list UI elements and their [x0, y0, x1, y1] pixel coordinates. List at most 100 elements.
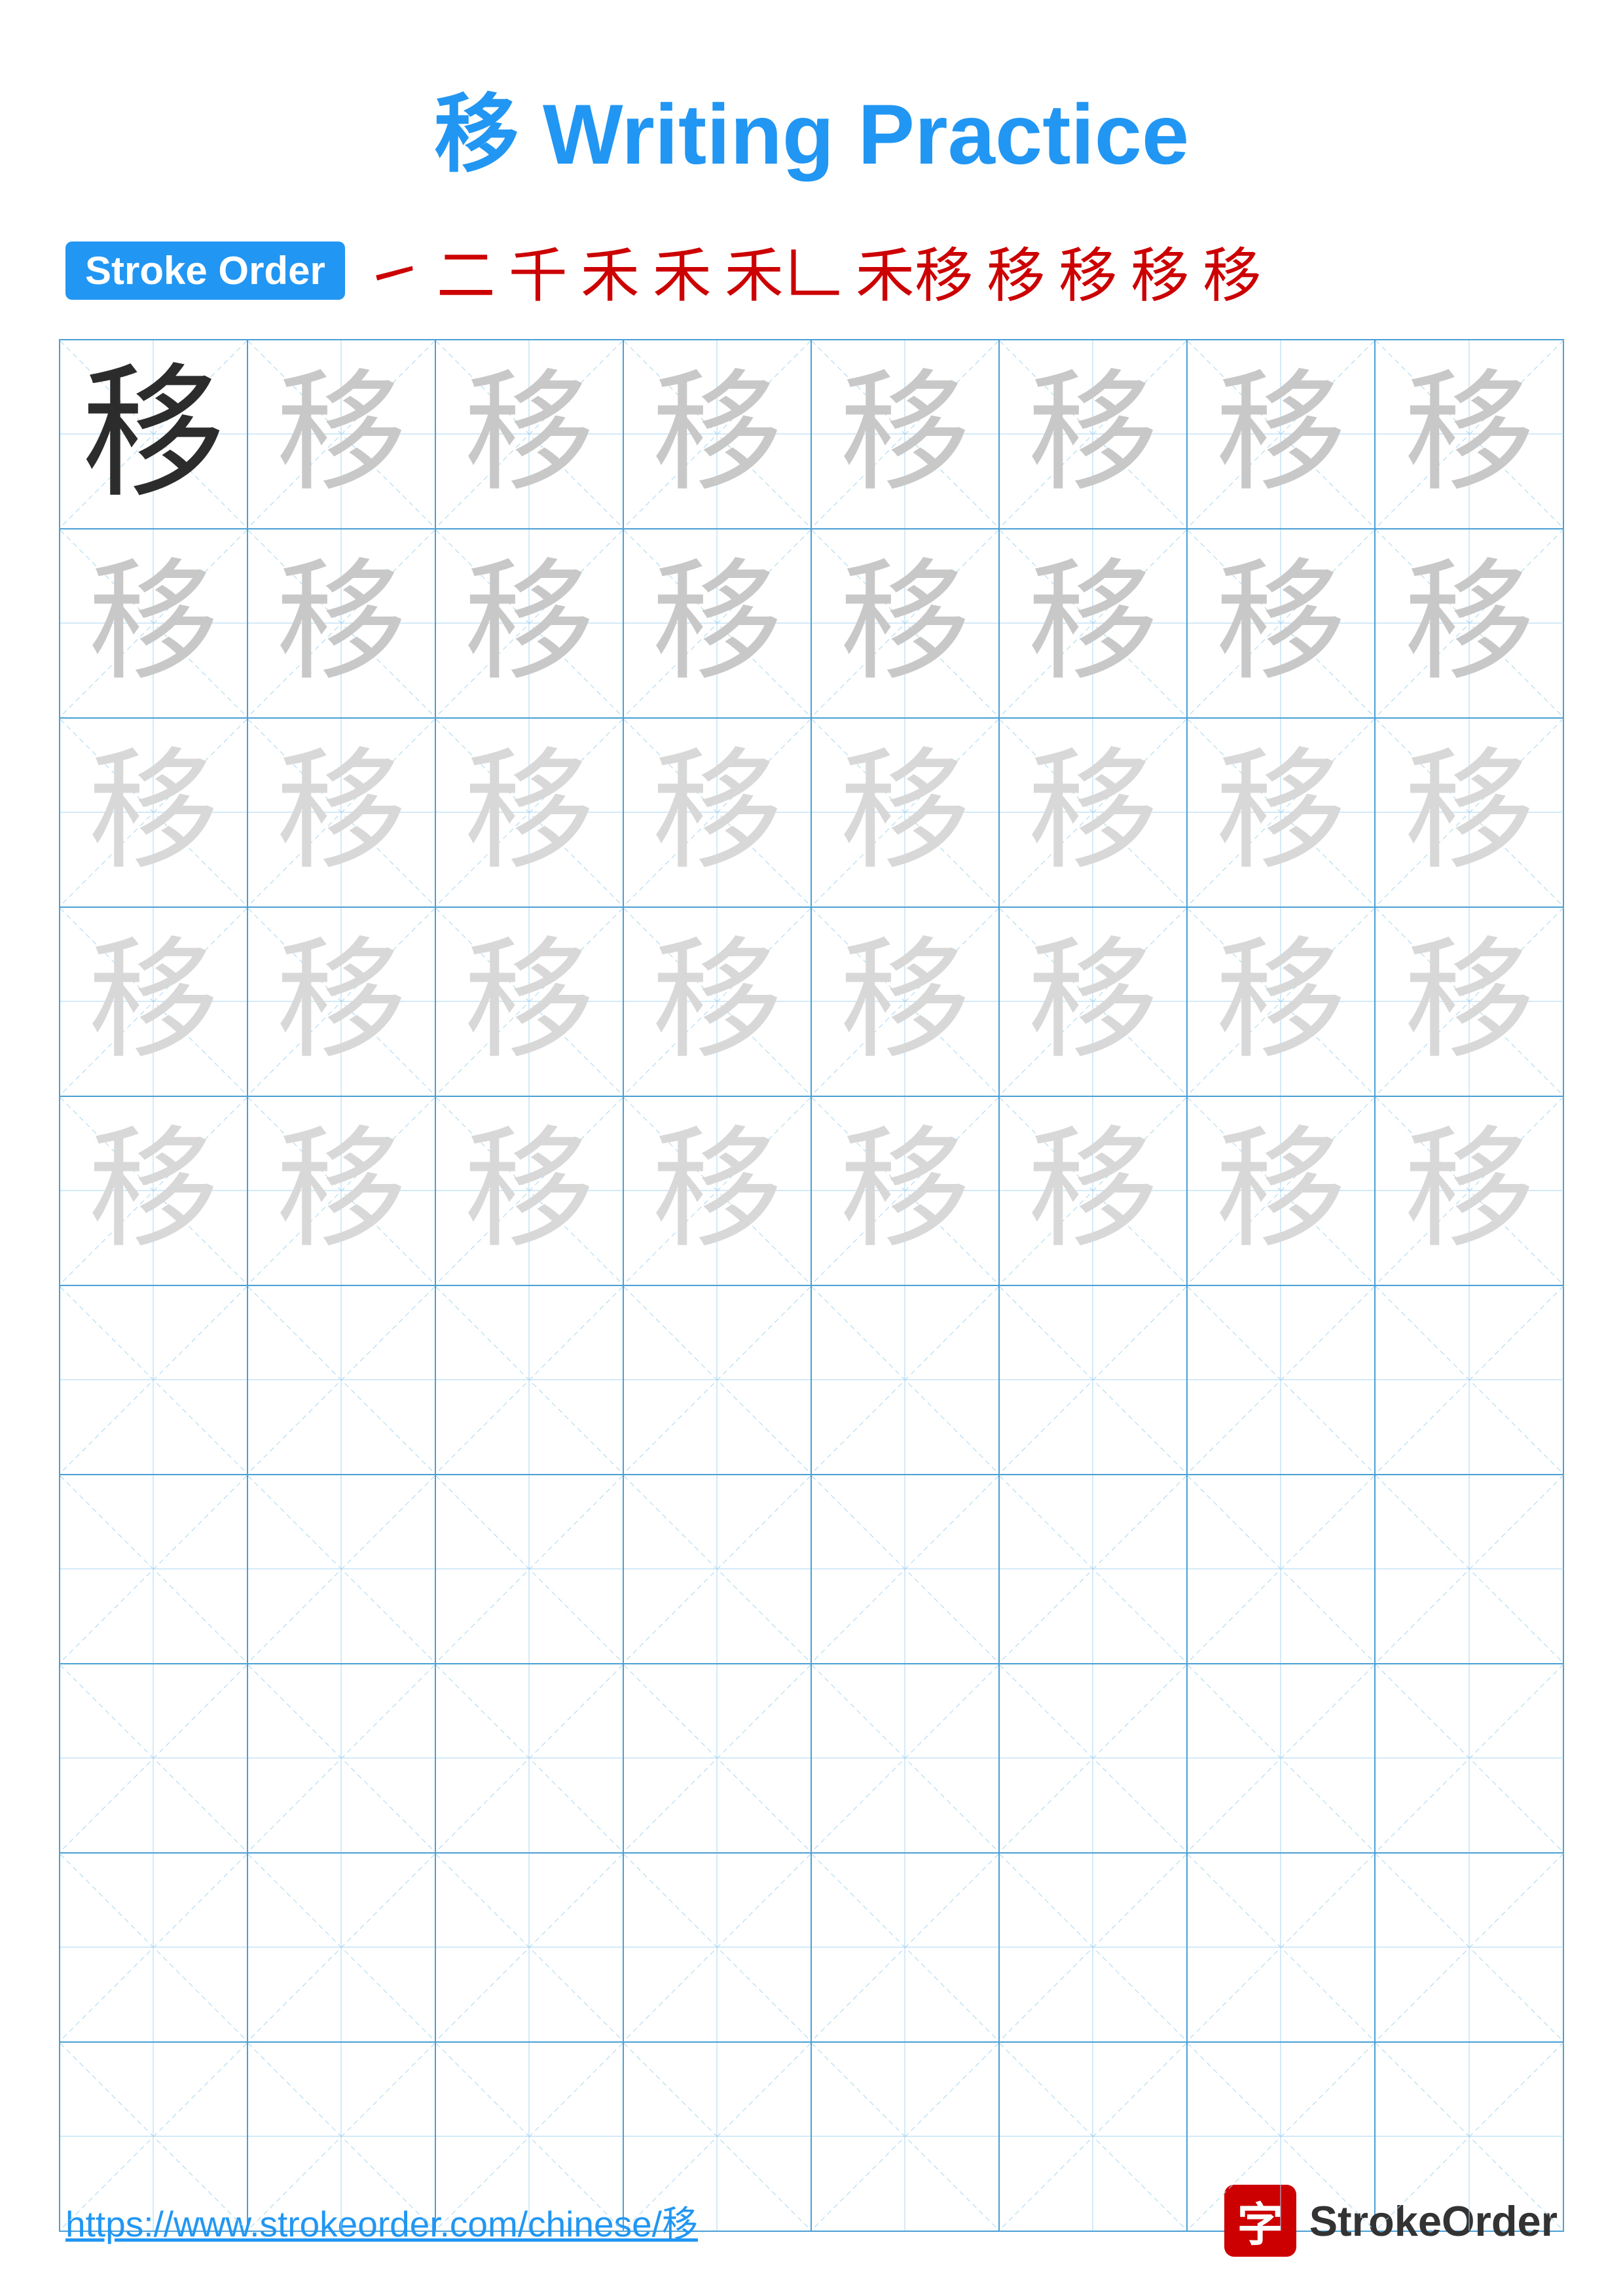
grid-cell-6-6[interactable]	[1000, 1286, 1188, 1474]
grid-cell-8-5[interactable]	[812, 1664, 1000, 1852]
grid-cell-6-4[interactable]	[624, 1286, 812, 1474]
stroke-order-badge: Stroke Order	[65, 242, 345, 300]
grid-cell-5-6[interactable]: 移	[1000, 1097, 1188, 1285]
grid-cell-2-3[interactable]: 移	[436, 529, 624, 717]
grid-cell-9-2[interactable]	[248, 1854, 436, 2041]
grid-cell-4-1[interactable]: 移	[60, 908, 248, 1096]
grid-cell-6-7[interactable]	[1188, 1286, 1376, 1474]
practice-char: 移	[1027, 558, 1158, 689]
grid-cell-4-7[interactable]: 移	[1188, 908, 1376, 1096]
grid-cell-5-2[interactable]: 移	[248, 1097, 436, 1285]
practice-char: 移	[1027, 1126, 1158, 1257]
grid-cell-7-1[interactable]	[60, 1475, 248, 1663]
practice-char: 移	[276, 937, 407, 1067]
stroke-10: 移	[1131, 228, 1190, 313]
grid-cell-3-5[interactable]: 移	[812, 719, 1000, 906]
grid-cell-9-1[interactable]	[60, 1854, 248, 2041]
grid-cell-1-8[interactable]: 移	[1376, 340, 1563, 528]
grid-cell-5-7[interactable]: 移	[1188, 1097, 1376, 1285]
grid-cell-9-8[interactable]	[1376, 1854, 1563, 2041]
grid-cell-9-4[interactable]	[624, 1854, 812, 2041]
grid-cell-3-1[interactable]: 移	[60, 719, 248, 906]
practice-char: 移	[276, 747, 407, 878]
practice-char: 移	[839, 558, 970, 689]
grid-cell-5-3[interactable]: 移	[436, 1097, 624, 1285]
stroke-9: 移	[1059, 228, 1118, 313]
stroke-4: 禾	[581, 228, 640, 313]
grid-cell-6-3[interactable]	[436, 1286, 624, 1474]
grid-cell-6-2[interactable]	[248, 1286, 436, 1474]
grid-cell-7-3[interactable]	[436, 1475, 624, 1663]
grid-cell-9-7[interactable]	[1188, 1854, 1376, 2041]
practice-char: 移	[88, 558, 219, 689]
grid-cell-4-8[interactable]: 移	[1376, 908, 1563, 1096]
grid-cell-9-6[interactable]	[1000, 1854, 1188, 2041]
grid-row-3: 移 移 移 移	[60, 719, 1563, 908]
grid-cell-1-6[interactable]: 移	[1000, 340, 1188, 528]
practice-char: 移	[839, 1126, 970, 1257]
grid-cell-4-6[interactable]: 移	[1000, 908, 1188, 1096]
grid-cell-2-2[interactable]: 移	[248, 529, 436, 717]
grid-cell-7-4[interactable]	[624, 1475, 812, 1663]
grid-cell-8-1[interactable]	[60, 1664, 248, 1852]
grid-cell-1-2[interactable]: 移	[248, 340, 436, 528]
grid-cell-3-2[interactable]: 移	[248, 719, 436, 906]
practice-char: 移	[1027, 369, 1158, 500]
grid-row-4: 移 移 移 移	[60, 908, 1563, 1097]
grid-cell-2-4[interactable]: 移	[624, 529, 812, 717]
grid-cell-8-7[interactable]	[1188, 1664, 1376, 1852]
grid-cell-3-8[interactable]: 移	[1376, 719, 1563, 906]
grid-cell-4-3[interactable]: 移	[436, 908, 624, 1096]
grid-cell-8-8[interactable]	[1376, 1664, 1563, 1852]
grid-cell-2-1[interactable]: 移	[60, 529, 248, 717]
grid-cell-7-8[interactable]	[1376, 1475, 1563, 1663]
grid-cell-3-3[interactable]: 移	[436, 719, 624, 906]
grid-cell-8-6[interactable]	[1000, 1664, 1188, 1852]
grid-row-2: 移 移 移 移	[60, 529, 1563, 719]
practice-char: 移	[839, 369, 970, 500]
grid-cell-2-5[interactable]: 移	[812, 529, 1000, 717]
practice-char: 移	[1215, 558, 1346, 689]
stroke-2: 二	[437, 228, 496, 313]
grid-cell-7-6[interactable]	[1000, 1475, 1188, 1663]
stroke-8: 移	[987, 228, 1046, 313]
grid-cell-1-4[interactable]: 移	[624, 340, 812, 528]
stroke-11: 移	[1203, 228, 1262, 313]
grid-cell-6-5[interactable]	[812, 1286, 1000, 1474]
grid-cell-8-4[interactable]	[624, 1664, 812, 1852]
grid-cell-5-5[interactable]: 移	[812, 1097, 1000, 1285]
grid-cell-4-4[interactable]: 移	[624, 908, 812, 1096]
practice-char: 移	[1404, 747, 1535, 878]
grid-cell-4-2[interactable]: 移	[248, 908, 436, 1096]
practice-char: 移	[276, 369, 407, 500]
logo-chinese-char: 字	[1237, 2188, 1283, 2254]
grid-cell-5-8[interactable]: 移	[1376, 1097, 1563, 1285]
grid-cell-3-4[interactable]: 移	[624, 719, 812, 906]
grid-cell-7-7[interactable]	[1188, 1475, 1376, 1663]
grid-cell-3-7[interactable]: 移	[1188, 719, 1376, 906]
title-chinese-char: 移	[434, 86, 519, 182]
grid-cell-6-8[interactable]	[1376, 1286, 1563, 1474]
practice-char: 移	[464, 937, 594, 1067]
grid-cell-6-1[interactable]	[60, 1286, 248, 1474]
grid-cell-2-7[interactable]: 移	[1188, 529, 1376, 717]
grid-cell-3-6[interactable]: 移	[1000, 719, 1188, 906]
grid-cell-5-1[interactable]: 移	[60, 1097, 248, 1285]
footer-url[interactable]: https://www.strokeorder.com/chinese/移	[65, 2195, 698, 2247]
grid-cell-1-3[interactable]: 移	[436, 340, 624, 528]
grid-cell-9-3[interactable]	[436, 1854, 624, 2041]
grid-cell-1-5[interactable]: 移	[812, 340, 1000, 528]
grid-cell-7-2[interactable]	[248, 1475, 436, 1663]
grid-cell-8-2[interactable]	[248, 1664, 436, 1852]
grid-cell-4-5[interactable]: 移	[812, 908, 1000, 1096]
grid-cell-8-3[interactable]	[436, 1664, 624, 1852]
grid-cell-1-7[interactable]: 移	[1188, 340, 1376, 528]
footer: https://www.strokeorder.com/chinese/移 字 …	[0, 2185, 1623, 2257]
grid-cell-2-8[interactable]: 移	[1376, 529, 1563, 717]
grid-cell-7-5[interactable]	[812, 1475, 1000, 1663]
grid-cell-2-6[interactable]: 移	[1000, 529, 1188, 717]
grid-cell-5-4[interactable]: 移	[624, 1097, 812, 1285]
grid-cell-ref[interactable]: 移	[60, 340, 248, 528]
practice-char: 移	[1027, 937, 1158, 1067]
grid-cell-9-5[interactable]	[812, 1854, 1000, 2041]
